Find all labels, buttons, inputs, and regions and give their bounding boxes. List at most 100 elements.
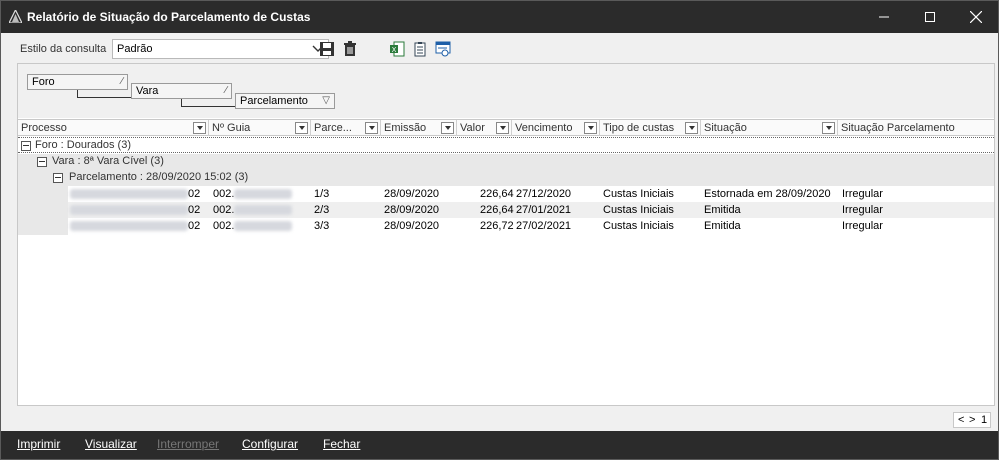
group-row-label: Parcelamento : 28/09/2020 15:02 (3) bbox=[69, 171, 249, 183]
group-indent bbox=[18, 154, 35, 235]
collapse-icon[interactable] bbox=[53, 173, 63, 183]
column-header-label: Tipo de custas bbox=[603, 122, 675, 134]
redacted-processo bbox=[70, 221, 188, 231]
redacted-guia bbox=[234, 189, 292, 199]
save-icon[interactable] bbox=[319, 41, 335, 57]
tipo-cell: Custas Iniciais bbox=[603, 204, 674, 216]
group-row-vara[interactable]: Vara : 8ª Vara Cível (3) bbox=[35, 154, 994, 170]
preview-button[interactable]: Visualizar bbox=[85, 437, 137, 451]
column-header-valor[interactable]: Valor bbox=[457, 120, 512, 136]
column-header-emissao[interactable]: Emissão bbox=[381, 120, 457, 136]
sort-desc-icon: ∕ bbox=[225, 85, 227, 96]
table-row[interactable]: 02 002. 3/3 28/09/2020 226,72 27/02/2021… bbox=[68, 218, 994, 234]
svg-text:X: X bbox=[392, 46, 397, 54]
maximize-icon bbox=[925, 12, 935, 22]
sort-filter-icon: ▽ bbox=[322, 95, 330, 106]
group-item-foro[interactable]: Foro ∕ bbox=[27, 74, 128, 90]
column-header-situacao[interactable]: Situação bbox=[701, 120, 838, 136]
filter-dropdown-icon[interactable] bbox=[822, 122, 835, 134]
group-indent bbox=[51, 186, 68, 235]
group-item-vara[interactable]: Vara ∕ bbox=[131, 83, 232, 99]
group-row-parcelamento[interactable]: Parcelamento : 28/09/2020 15:02 (3) bbox=[51, 170, 994, 186]
processo-cell: 02 bbox=[188, 204, 201, 216]
style-select[interactable]: Padrão bbox=[112, 39, 329, 59]
column-header-guia[interactable]: Nº Guia bbox=[209, 120, 311, 136]
close-button[interactable] bbox=[953, 1, 999, 33]
filter-dropdown-icon[interactable] bbox=[365, 122, 378, 134]
column-header-tipo[interactable]: Tipo de custas bbox=[600, 120, 701, 136]
app-icon bbox=[9, 10, 22, 23]
group-item-label: Parcelamento bbox=[240, 95, 308, 107]
guia-cell: 002. bbox=[213, 204, 235, 216]
toolbar: Estilo da consulta Padrão X bbox=[17, 39, 977, 61]
next-page-button[interactable]: > bbox=[969, 414, 975, 426]
title-bar[interactable]: Relatório de Situação do Parcelamento de… bbox=[1, 1, 998, 33]
processo-cell: 02 bbox=[188, 188, 201, 200]
emissao-cell: 28/09/2020 bbox=[384, 188, 440, 200]
emissao-cell: 28/09/2020 bbox=[384, 204, 440, 216]
column-headers: Processo Nº Guia Parce... Emissão Valor … bbox=[18, 119, 994, 136]
configure-button[interactable]: Configurar bbox=[242, 437, 298, 451]
situacao-parcelamento-cell: Irregular bbox=[842, 204, 883, 216]
close-report-button[interactable]: Fechar bbox=[323, 437, 360, 451]
column-header-situacao-parcelamento[interactable]: Situação Parcelamento bbox=[838, 120, 994, 136]
column-header-label: Processo bbox=[21, 122, 67, 134]
interrupt-button[interactable]: Interromper bbox=[157, 437, 219, 451]
redacted-processo bbox=[70, 189, 188, 199]
column-header-label: Situação bbox=[704, 122, 747, 134]
column-header-vencimento[interactable]: Vencimento bbox=[512, 120, 600, 136]
column-header-label: Situação Parcelamento bbox=[841, 122, 955, 134]
situacao-parcelamento-cell: Irregular bbox=[842, 220, 883, 232]
delete-icon[interactable] bbox=[342, 41, 358, 57]
sort-desc-icon: ∕ bbox=[121, 76, 123, 87]
filter-dropdown-icon[interactable] bbox=[193, 122, 206, 134]
redacted-guia bbox=[234, 221, 292, 231]
valor-cell: 226,72 bbox=[480, 220, 514, 232]
situacao-cell: Emitida bbox=[704, 220, 741, 232]
collapse-icon[interactable] bbox=[21, 141, 31, 151]
collapse-icon[interactable] bbox=[37, 157, 47, 167]
valor-cell: 226,64 bbox=[480, 188, 514, 200]
maximize-button[interactable] bbox=[907, 1, 953, 33]
parcela-cell: 2/3 bbox=[314, 204, 330, 216]
table-row[interactable]: 02 002. 1/3 28/09/2020 226,64 27/12/2020… bbox=[68, 186, 994, 202]
valor-cell: 226,64 bbox=[480, 204, 514, 216]
report-window: Relatório de Situação do Parcelamento de… bbox=[0, 0, 999, 460]
group-row-label: Vara : 8ª Vara Cível (3) bbox=[52, 155, 164, 167]
filter-dropdown-icon[interactable] bbox=[685, 122, 698, 134]
filter-dropdown-icon[interactable] bbox=[295, 122, 308, 134]
tipo-cell: Custas Iniciais bbox=[603, 188, 674, 200]
filter-dropdown-icon[interactable] bbox=[584, 122, 597, 134]
group-item-parcelamento[interactable]: Parcelamento ▽ bbox=[235, 93, 335, 109]
parcela-cell: 1/3 bbox=[314, 188, 330, 200]
situacao-cell: Emitida bbox=[704, 204, 741, 216]
action-bar: Imprimir Visualizar Interromper Configur… bbox=[1, 431, 998, 459]
minimize-icon bbox=[879, 16, 889, 18]
table-row[interactable]: 02 002. 2/3 28/09/2020 226,64 27/01/2021… bbox=[68, 202, 994, 218]
column-header-label: Valor bbox=[460, 122, 485, 134]
tipo-cell: Custas Iniciais bbox=[603, 220, 674, 232]
column-header-processo[interactable]: Processo bbox=[18, 120, 209, 136]
vencimento-cell: 27/02/2021 bbox=[516, 220, 572, 232]
copy-icon[interactable] bbox=[412, 41, 428, 57]
minimize-button[interactable] bbox=[861, 1, 907, 33]
print-button[interactable]: Imprimir bbox=[17, 437, 60, 451]
status-bar: < > 1 bbox=[17, 411, 995, 429]
group-row-label: Foro : Dourados (3) bbox=[35, 139, 131, 151]
preview-icon[interactable] bbox=[435, 41, 451, 57]
report-grid: Foro ∕ Vara ∕ Parcelamento ▽ Processo Nº… bbox=[17, 63, 995, 406]
group-row-foro[interactable]: Foro : Dourados (3) bbox=[18, 137, 994, 153]
vencimento-cell: 27/01/2021 bbox=[516, 204, 572, 216]
column-header-label: Emissão bbox=[384, 122, 427, 134]
filter-dropdown-icon[interactable] bbox=[441, 122, 454, 134]
column-header-parcela[interactable]: Parce... bbox=[311, 120, 381, 136]
export-excel-icon[interactable]: X bbox=[389, 41, 405, 57]
guia-cell: 002. bbox=[213, 188, 235, 200]
group-connector bbox=[181, 99, 235, 107]
emissao-cell: 28/09/2020 bbox=[384, 220, 440, 232]
column-header-label: Parce... bbox=[314, 122, 352, 134]
parcela-cell: 3/3 bbox=[314, 220, 330, 232]
filter-dropdown-icon[interactable] bbox=[496, 122, 509, 134]
prev-page-button[interactable]: < bbox=[958, 414, 964, 426]
group-connector bbox=[77, 90, 131, 98]
